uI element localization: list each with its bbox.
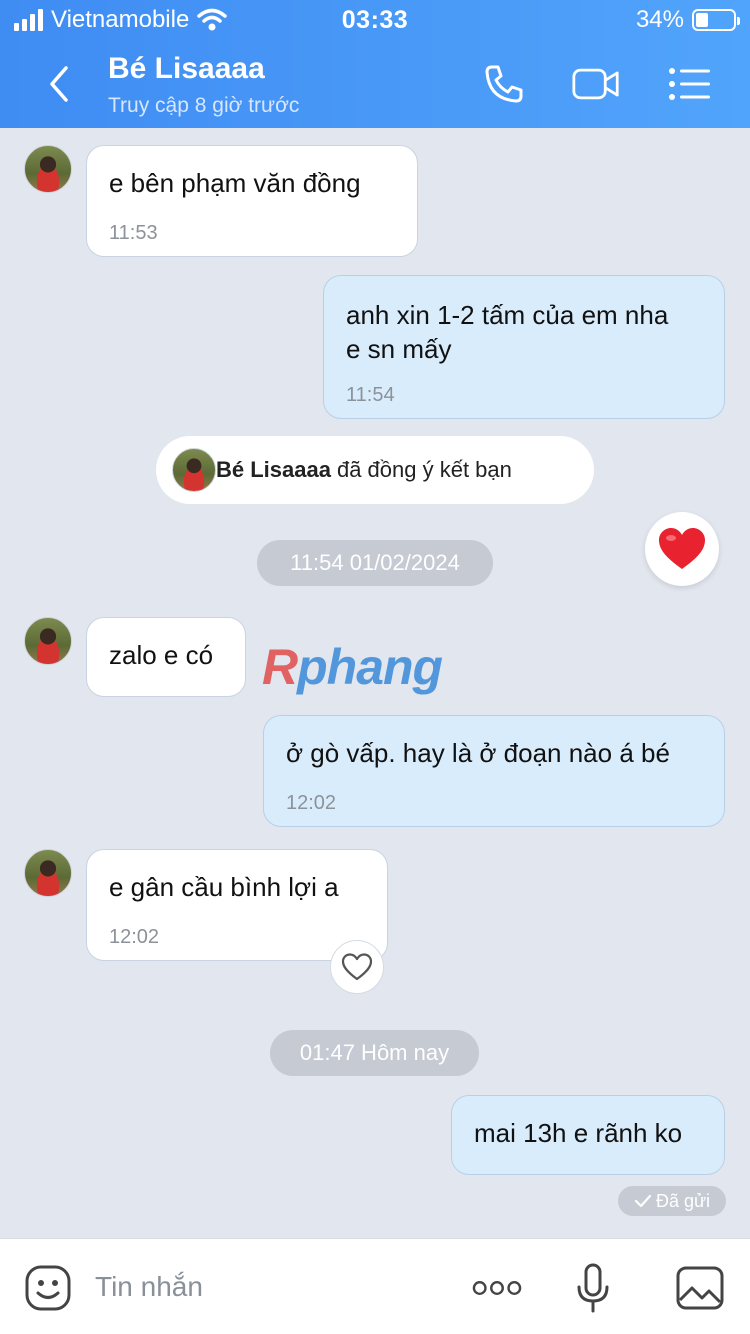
react-button[interactable] (330, 940, 384, 994)
message-bubble-outgoing[interactable]: ở gò vấp. hay là ở đoạn nào á bé 12:02 (263, 715, 725, 827)
battery-group: 34% (635, 6, 740, 34)
watermark-logo: Rphang (262, 639, 443, 695)
contact-status: Truy cập 8 giờ trước (108, 94, 300, 117)
message-text: ở gò vấp. hay là ở đoạn nào á bé (286, 738, 670, 768)
message-time: 11:54 (346, 384, 395, 406)
back-icon (50, 66, 68, 102)
date-separator: 11:54 01/02/2024 (257, 540, 493, 586)
voice-message-button[interactable] (568, 1263, 618, 1313)
battery-fill (696, 13, 709, 27)
message-text: e bên phạm văn đồng (109, 168, 361, 198)
menu-button[interactable] (666, 62, 714, 106)
more-button[interactable] (472, 1263, 522, 1313)
sticker-icon (25, 1265, 71, 1311)
message-text: anh xin 1-2 tấm của em nha e sn mấy (346, 300, 669, 364)
video-call-button[interactable] (572, 62, 620, 106)
message-input[interactable]: Tin nhắn (95, 1271, 203, 1303)
message-bubble-incoming[interactable]: e bên phạm văn đồng 11:53 (86, 145, 418, 257)
message-text: zalo e có (109, 640, 214, 670)
message-time: 12:02 (286, 792, 337, 814)
message-input-bar: Tin nhắn (0, 1238, 750, 1334)
heart-icon (659, 528, 705, 569)
contact-avatar[interactable] (24, 617, 72, 665)
back-button[interactable] (40, 64, 80, 104)
message-bubble-incoming[interactable]: zalo e có (86, 617, 246, 697)
reaction-button[interactable] (645, 512, 719, 586)
image-icon (676, 1266, 724, 1310)
chat-header: Vietnamobile 03:33 34% Bé Lisaaaa Truy c… (0, 0, 750, 128)
sent-status-badge: Đã gửi (618, 1186, 726, 1216)
phone-icon (485, 65, 523, 103)
battery-percent: 34% (635, 6, 684, 33)
date-separator: 01:47 Hôm nay (270, 1030, 479, 1076)
contact-name[interactable]: Bé Lisaaaa (108, 52, 265, 86)
contact-avatar[interactable] (24, 849, 72, 897)
message-text: e gân cầu bình lợi a (109, 872, 339, 902)
voice-call-button[interactable] (480, 62, 528, 106)
message-bubble-outgoing[interactable]: anh xin 1-2 tấm của em nha e sn mấy 11:5… (323, 275, 725, 419)
menu-icon (669, 68, 710, 100)
battery-icon (692, 9, 740, 31)
friend-accepted-notice: Bé Lisaaaa đã đồng ý kết bạn (156, 436, 594, 504)
status-bar: Vietnamobile 03:33 34% (0, 0, 750, 40)
sticker-button[interactable] (23, 1263, 73, 1313)
contact-avatar[interactable] (24, 145, 72, 193)
more-icon (472, 1281, 522, 1295)
contact-avatar (172, 448, 216, 492)
message-time: 12:02 (109, 926, 160, 948)
microphone-icon (577, 1263, 609, 1313)
message-bubble-outgoing[interactable]: mai 13h e rãnh ko (451, 1095, 725, 1175)
friend-notice-text: đã đồng ý kết bạn (336, 457, 512, 482)
image-button[interactable] (675, 1263, 725, 1313)
video-call-icon (572, 68, 619, 100)
friend-name: Bé Lisaaaa (216, 457, 331, 482)
heart-outline-icon (341, 953, 373, 981)
check-icon (634, 1194, 652, 1208)
message-text: mai 13h e rãnh ko (474, 1118, 683, 1148)
message-time: 11:53 (109, 222, 158, 244)
sent-status-text: Đã gửi (655, 1190, 711, 1211)
